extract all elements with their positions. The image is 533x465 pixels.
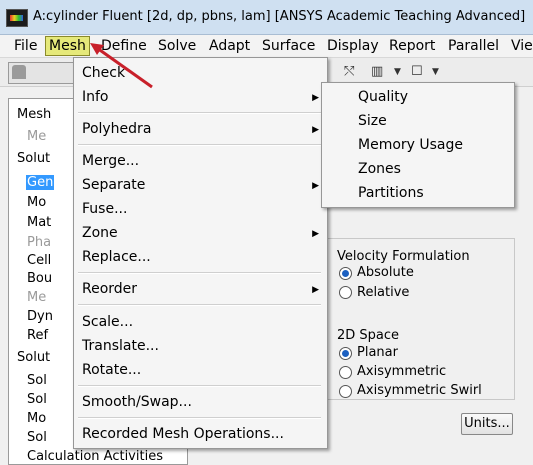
pointer-arrow-shaft [96,46,153,89]
pointer-arrow [90,43,153,89]
